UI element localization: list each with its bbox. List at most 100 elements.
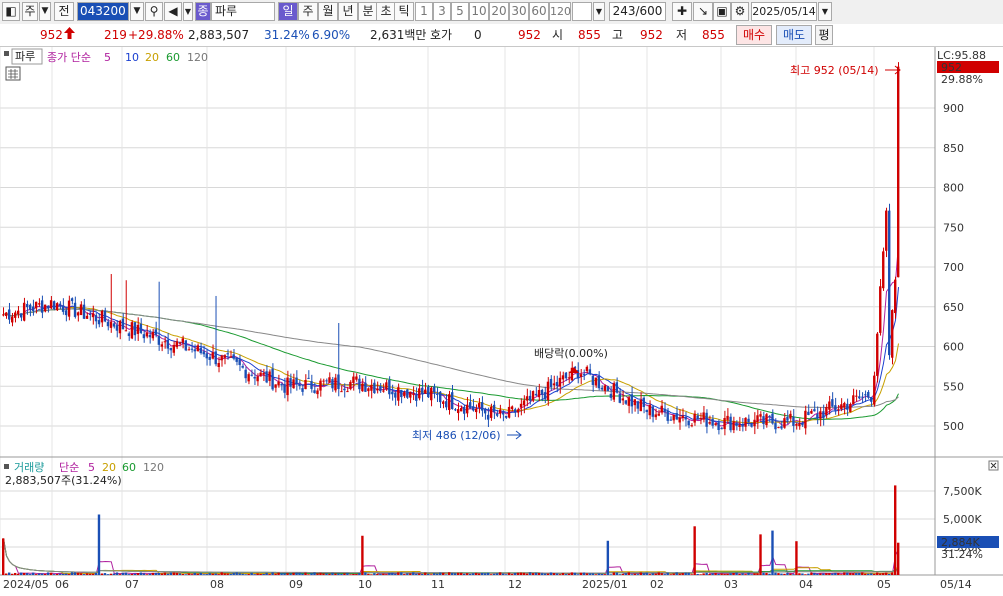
period-month[interactable]: 월 <box>318 2 338 21</box>
candle-body <box>142 334 146 339</box>
volume-bar <box>46 572 50 575</box>
volume-bar <box>501 573 505 575</box>
volume-bar <box>133 573 137 575</box>
volume-bar <box>591 573 595 575</box>
volume-bar <box>459 572 463 575</box>
period-year[interactable]: 년 <box>338 2 358 21</box>
save-icon[interactable]: ▣ <box>713 2 731 21</box>
volume-bar <box>127 574 131 575</box>
volume-bar <box>615 572 619 575</box>
period-week[interactable]: 주 <box>298 2 318 21</box>
candle-body <box>594 377 598 386</box>
candle-body <box>603 385 607 391</box>
candle-body <box>762 416 765 425</box>
volume-bar <box>31 572 35 575</box>
volume-bar <box>58 573 62 575</box>
candle-body <box>91 313 95 318</box>
market-select[interactable]: 주 <box>22 2 38 21</box>
candle-body <box>774 422 777 430</box>
speaker-dropdown-icon[interactable]: ▼ <box>183 2 193 21</box>
volume-bar <box>693 526 696 575</box>
volume-bar <box>337 573 340 575</box>
volume-bar <box>418 573 421 575</box>
volume-bar <box>465 573 469 575</box>
volume-bar <box>702 573 705 575</box>
search-icon[interactable]: ⚲ <box>145 2 163 21</box>
candle-body <box>780 426 783 429</box>
volume-bar <box>388 572 391 575</box>
candle-body <box>118 320 122 334</box>
ask-price: 952 <box>518 28 541 42</box>
candle-body <box>160 344 164 347</box>
candle-body <box>25 304 29 308</box>
volume-bar <box>85 573 89 575</box>
candle-body <box>391 391 394 395</box>
candle-body <box>756 415 759 422</box>
interval-5[interactable]: 5 <box>451 2 469 21</box>
buy-button[interactable]: 매수 <box>736 25 772 45</box>
layout-icon[interactable]: ◧ <box>2 2 20 21</box>
candle-body <box>522 400 526 406</box>
chart-area[interactable]: 파루 종가 단순 5 10 20 60 120 500 550 600 650 700 7… <box>0 47 1003 596</box>
candle-body <box>241 365 244 368</box>
candle-body <box>768 415 771 417</box>
interval-1[interactable]: 1 <box>415 2 433 21</box>
volume-bar <box>648 574 651 575</box>
stock-name-field[interactable]: 파루 <box>211 2 275 21</box>
period-second[interactable]: 초 <box>376 2 396 21</box>
table-view-icon[interactable] <box>5 66 21 81</box>
stock-code-input[interactable]: 043200 <box>77 2 129 21</box>
candle-body <box>567 377 571 379</box>
volume-bar <box>376 573 379 575</box>
candle-body <box>876 333 879 376</box>
candle-body <box>4 312 8 317</box>
interval-dropdown-icon[interactable]: ▼ <box>593 2 605 21</box>
date-dropdown-icon[interactable]: ▼ <box>818 2 832 21</box>
candle-body <box>148 334 152 338</box>
sell-button[interactable]: 매도 <box>776 25 812 45</box>
candle-body <box>468 402 472 409</box>
interval-120[interactable]: 120 <box>549 2 571 21</box>
draw-tool-icon[interactable]: ↘ <box>693 2 713 21</box>
candle-body <box>259 372 262 376</box>
data-count-field[interactable]: 243/600 <box>609 2 666 21</box>
candle-body <box>103 310 107 322</box>
interval-60[interactable]: 60 <box>529 2 549 21</box>
time-axis-label: 11 <box>431 578 445 591</box>
volume-bar <box>244 574 247 575</box>
eval-button[interactable]: 평 <box>815 25 833 45</box>
candle-body <box>630 394 633 407</box>
market-dropdown-icon[interactable]: ▼ <box>39 2 51 21</box>
candle-body <box>199 347 202 354</box>
custom-interval-input[interactable] <box>572 2 592 21</box>
candle-body <box>699 417 702 420</box>
interval-20[interactable]: 20 <box>489 2 509 21</box>
candle-body <box>202 351 205 355</box>
volume-ma-5: 5 <box>88 461 95 474</box>
period-day[interactable]: 일 <box>278 2 298 21</box>
candle-body <box>385 382 388 389</box>
date-field[interactable]: 2025/05/14 <box>751 2 817 21</box>
volume-bar <box>636 574 639 575</box>
prev-button[interactable]: 전 <box>54 2 74 21</box>
candle-body <box>346 391 349 393</box>
volume-bar <box>220 572 223 575</box>
volume-bar <box>492 573 496 575</box>
volume-bar <box>621 574 625 575</box>
candle-body <box>268 371 271 381</box>
interval-10[interactable]: 10 <box>469 2 489 21</box>
period-minute[interactable]: 분 <box>358 2 378 21</box>
crosshair-icon[interactable]: ✚ <box>672 2 692 21</box>
interval-30[interactable]: 30 <box>509 2 529 21</box>
volume-bar <box>486 572 490 575</box>
candle-body <box>750 423 753 427</box>
interval-3[interactable]: 3 <box>433 2 451 21</box>
gear-icon[interactable]: ⚙ <box>731 2 749 21</box>
code-dropdown-icon[interactable]: ▼ <box>130 2 144 21</box>
candle-body <box>660 405 663 413</box>
candle-body <box>669 419 672 421</box>
period-tick[interactable]: 틱 <box>394 2 414 21</box>
candle-body <box>124 330 128 332</box>
speaker-icon[interactable]: ◀ <box>164 2 182 21</box>
candle-body <box>543 392 547 400</box>
